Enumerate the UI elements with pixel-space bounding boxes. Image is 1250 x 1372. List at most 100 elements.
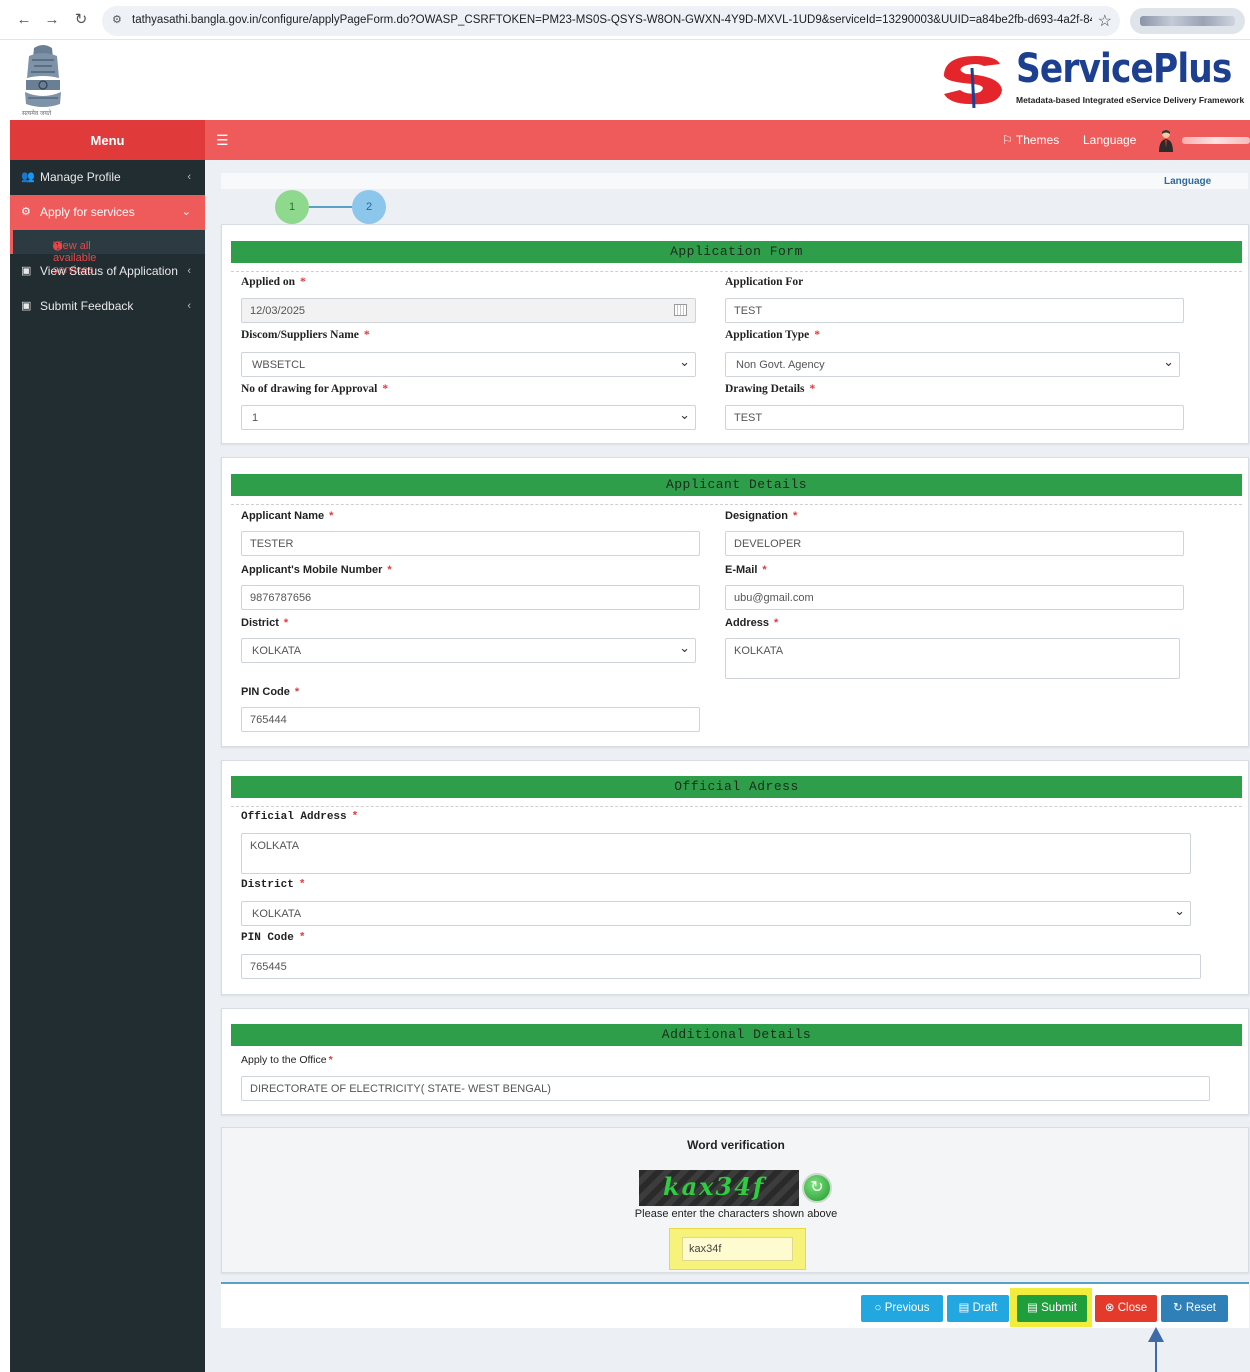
official-pin-label: PIN Code * [241, 932, 305, 944]
reset-icon: ↻ [1173, 1302, 1186, 1314]
close-icon: ⊗ [1104, 1302, 1118, 1314]
forward-icon[interactable]: → [44, 12, 60, 28]
reload-icon[interactable]: ↻ [73, 12, 89, 28]
designation-field[interactable]: DEVELOPER [725, 531, 1184, 556]
section-header: Application Form [231, 241, 1242, 263]
username-blur[interactable] [1182, 137, 1250, 144]
chevron-left-icon: ‹ [187, 171, 191, 183]
official-district-label: District * [241, 879, 305, 891]
drawing-details-label: Drawing Details * [725, 383, 815, 395]
required-marker: * [298, 879, 306, 891]
required-marker: * [774, 617, 779, 629]
hamburger-icon[interactable]: ☰ [216, 132, 229, 149]
draft-button[interactable]: ▤ Draft [947, 1295, 1009, 1322]
district-select[interactable]: KOLKATA [241, 638, 696, 663]
drawings-select[interactable]: 1 [241, 405, 696, 430]
reset-button[interactable]: ↻ Reset [1161, 1295, 1228, 1322]
brand-title: ServicePlus [1016, 46, 1232, 92]
district-label: District * [241, 617, 288, 629]
applied-on-label: Applied on * [241, 276, 306, 288]
captcha-highlight: kax34f [669, 1228, 806, 1270]
bookmark-star-icon[interactable]: ☆ [1098, 11, 1112, 31]
sidebar-item-view-status[interactable]: ▣ View Status of Application ‹ [10, 254, 205, 289]
drawings-label: No of drawing for Approval * [241, 383, 388, 395]
label-text: District [241, 879, 294, 891]
mobile-field[interactable]: 9876787656 [241, 585, 700, 610]
browser-profile[interactable] [1130, 8, 1245, 34]
previous-button[interactable]: ○ Previous [861, 1295, 943, 1322]
content-language-link[interactable]: Language [1164, 176, 1211, 187]
status-icon: ▣ [21, 265, 32, 277]
themes-link[interactable]: ⚐ Themes [1002, 133, 1059, 147]
button-label: Previous [884, 1302, 930, 1314]
application-for-field[interactable]: TEST [725, 298, 1184, 323]
label-text: District [241, 617, 279, 629]
required-marker: * [329, 510, 334, 522]
applicant-name-field[interactable]: TESTER [241, 531, 700, 556]
submit-button[interactable]: ▤ Submit [1017, 1295, 1087, 1322]
label-text: No of drawing for Approval [241, 383, 378, 395]
chevron-left-icon: ‹ [187, 300, 191, 312]
label-text: Applicant's Mobile Number [241, 564, 383, 576]
close-button[interactable]: ⊗ Close [1095, 1295, 1157, 1322]
section-divider [231, 806, 1242, 807]
sidebar-item-feedback[interactable]: ▣ Submit Feedback ‹ [10, 289, 205, 324]
brand-tagline: Metadata-based Integrated eService Deliv… [1016, 95, 1245, 105]
label-text: Designation [725, 510, 788, 522]
label-text: Application Type [725, 329, 810, 341]
captcha-image: kax34f [639, 1170, 799, 1206]
step-2[interactable]: 2 [352, 190, 386, 224]
section-divider [231, 504, 1242, 505]
section-header: Additional Details [231, 1024, 1242, 1046]
required-marker: * [283, 617, 289, 629]
site-info-icon[interactable]: ⚙ [112, 14, 124, 26]
sidebar-subitem-view-all[interactable]: ➊ View all available services [10, 230, 205, 276]
save-icon: ▤ [1027, 1302, 1042, 1314]
official-pin-field[interactable]: 765445 [241, 954, 1201, 979]
official-district-select[interactable]: KOLKATA [241, 901, 1191, 926]
refresh-captcha-icon[interactable]: ↻ [802, 1173, 832, 1203]
sidebar-item-manage-profile[interactable]: 👥 Manage Profile ‹ [10, 160, 205, 195]
captcha-input[interactable]: kax34f [682, 1237, 793, 1261]
word-verification-panel: Word verification kax34f ↻ Please enter … [221, 1127, 1249, 1273]
official-address-label: Official Address * [241, 811, 358, 823]
required-marker: * [351, 811, 359, 823]
calendar-icon[interactable] [674, 304, 687, 316]
button-label: Close [1117, 1302, 1148, 1314]
office-field[interactable]: DIRECTORATE OF ELECTRICITY( STATE- WEST … [241, 1076, 1210, 1101]
drawing-details-field[interactable]: TEST [725, 405, 1184, 430]
address-bar[interactable]: ⚙ tathyasathi.bangla.gov.in/configure/ap… [102, 6, 1120, 36]
serviceplus-logo-icon [943, 56, 1002, 109]
label-text: PIN Code [241, 686, 290, 698]
required-marker: * [298, 932, 306, 944]
language-link[interactable]: Language [1083, 133, 1136, 147]
section-header: Applicant Details [231, 474, 1242, 496]
sidebar-item-label: Submit Feedback [40, 299, 134, 313]
label-text: Drawing Details [725, 383, 805, 395]
address-textarea[interactable]: KOLKATA [725, 638, 1180, 679]
back-icon[interactable]: ← [16, 12, 32, 28]
language-strip [221, 173, 1248, 189]
section-divider [231, 271, 1242, 272]
email-field[interactable]: ubu@gmail.com [725, 585, 1184, 610]
step-1[interactable]: 1 [275, 190, 309, 224]
emblem-caption: सत्यमेव जयते [22, 111, 52, 117]
pin-field[interactable]: 765444 [241, 707, 700, 732]
action-bar: ○ Previous ▤ Draft ▤ Submit ⊗ Close ↻ Re… [221, 1282, 1249, 1328]
sidebar-item-apply-services[interactable]: ⚙ Apply for services ⌄ [10, 195, 205, 230]
required-marker: * [328, 1054, 333, 1066]
official-address-textarea[interactable]: KOLKATA [241, 833, 1191, 874]
user-avatar-icon[interactable] [1158, 128, 1174, 152]
flag-icon: ⚐ [1002, 133, 1016, 147]
url-text: tathyasathi.bangla.gov.in/configure/appl… [132, 14, 1092, 26]
application-type-select[interactable]: Non Govt. Agency [725, 352, 1180, 377]
official-address-panel: Official Adress Official Address * KOLKAT… [221, 760, 1249, 995]
profile-blur [1140, 16, 1235, 26]
application-type-label: Application Type * [725, 329, 820, 341]
applied-on-field[interactable]: 12/03/2025 [241, 298, 696, 323]
sidebar: 👥 Manage Profile ‹ ⚙ Apply for services … [10, 160, 205, 1372]
button-label: Submit [1041, 1302, 1077, 1314]
discom-select[interactable]: WBSETCL [241, 352, 696, 377]
label-text: Applicant Name [241, 510, 325, 522]
button-label: Draft [972, 1302, 998, 1314]
